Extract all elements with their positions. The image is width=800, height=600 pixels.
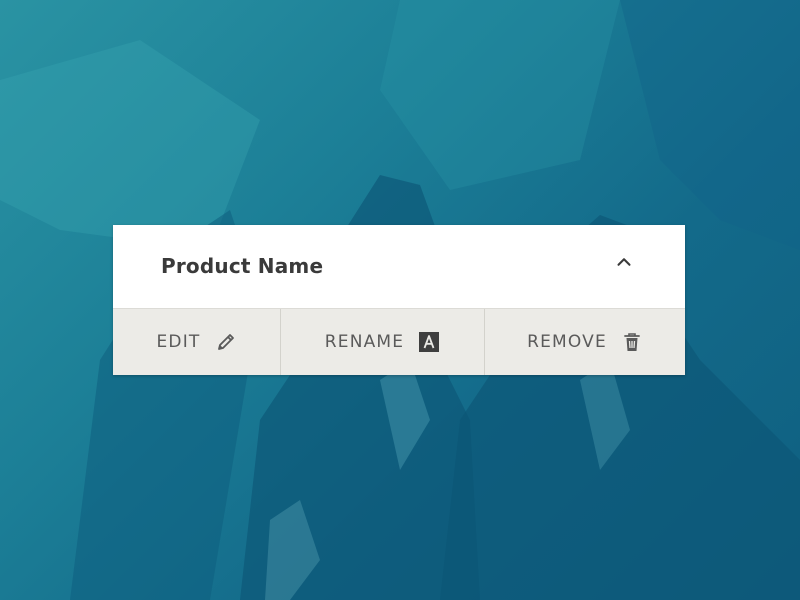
collapse-button[interactable]: [613, 251, 645, 283]
rename-icon: [419, 332, 440, 352]
edit-label: EDIT: [156, 332, 201, 352]
trash-icon: [624, 333, 640, 351]
actions-bar: EDIT RENAME REMOVE: [113, 308, 685, 375]
product-title: Product Name: [161, 254, 324, 278]
product-card: Product Name EDIT RENAME REMOVE: [113, 225, 685, 375]
pencil-icon: [217, 334, 234, 350]
edit-button[interactable]: EDIT: [113, 309, 281, 375]
remove-button[interactable]: REMOVE: [485, 309, 685, 375]
remove-label: REMOVE: [527, 332, 607, 352]
rename-label: RENAME: [324, 332, 405, 352]
card-header: Product Name: [113, 225, 685, 308]
rename-button[interactable]: RENAME: [281, 309, 485, 375]
chevron-up-icon: [617, 258, 631, 266]
